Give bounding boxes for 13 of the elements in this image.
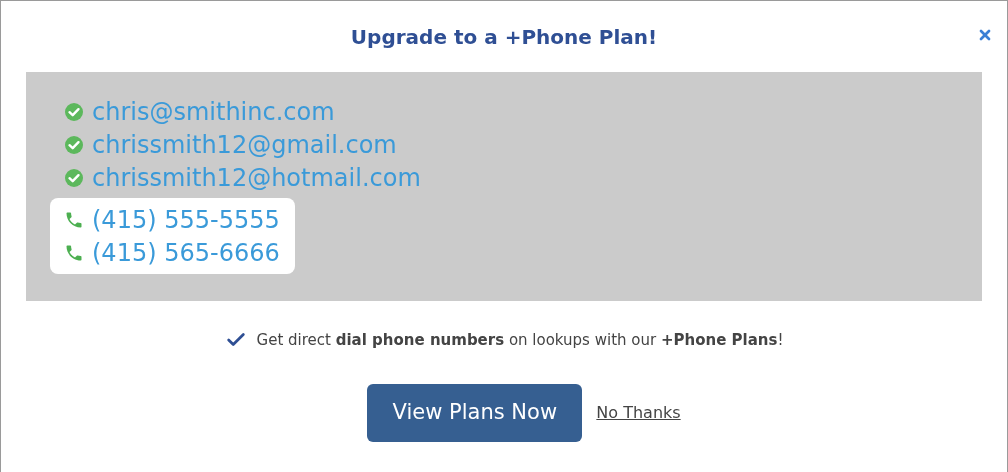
- upgrade-note: Get direct dial phone numbers on lookups with our +Phone Plans!: [256, 330, 784, 351]
- email-address: chrissmith12@gmail.com: [92, 129, 397, 161]
- dialog-title: Upgrade to a +Phone Plan!: [350, 23, 658, 51]
- no-thanks-link[interactable]: No Thanks: [596, 400, 681, 425]
- close-button[interactable]: [977, 27, 993, 43]
- phone-number: (415) 555-5555: [92, 204, 280, 236]
- phone-number: (415) 565-6666: [92, 237, 280, 269]
- check-circle-icon: [64, 134, 84, 155]
- view-plans-button[interactable]: View Plans Now: [367, 383, 583, 442]
- email-address: chrissmith12@hotmail.com: [92, 162, 421, 194]
- check-circle-icon: [64, 167, 84, 188]
- email-address: chris@smithinc.com: [92, 96, 335, 128]
- check-circle-icon: [64, 101, 84, 122]
